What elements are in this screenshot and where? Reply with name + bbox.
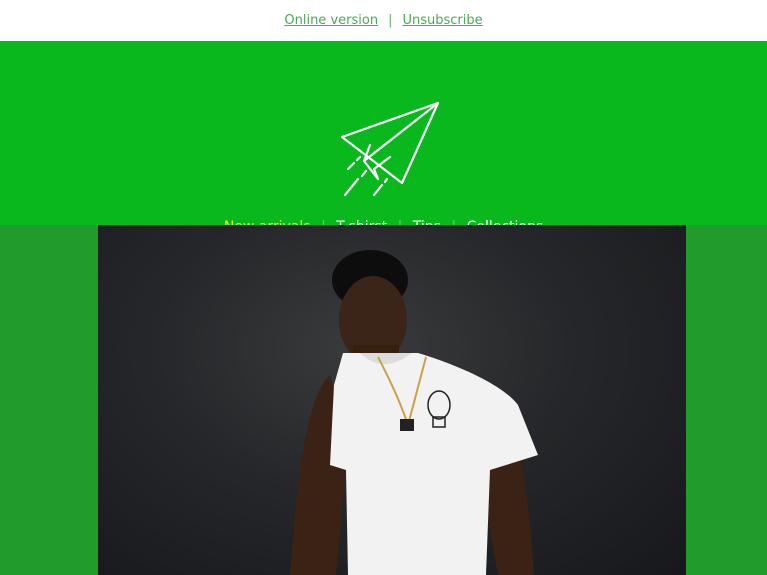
man-in-white-tshirt-photo bbox=[290, 250, 538, 575]
paper-plane-icon[interactable] bbox=[340, 99, 444, 203]
online-version-link[interactable]: Online version bbox=[284, 13, 378, 28]
preheader-bar: Online version | Unsubscribe bbox=[0, 0, 767, 41]
hero-image[interactable] bbox=[98, 225, 686, 575]
preheader-separator: | bbox=[388, 13, 393, 28]
email-header: New arrivals | T-shirst | Tips | Collect… bbox=[0, 41, 767, 235]
unsubscribe-link[interactable]: Unsubscribe bbox=[402, 13, 482, 28]
hero-section bbox=[0, 225, 767, 575]
